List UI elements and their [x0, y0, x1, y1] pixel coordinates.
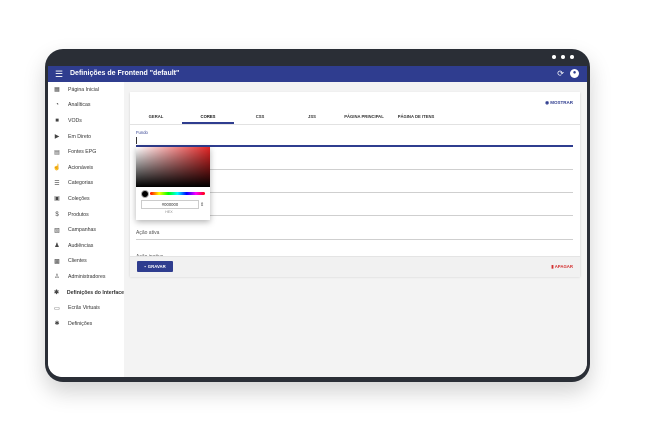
sidebar-item-clients[interactable]: ▩ Clientes	[48, 254, 124, 270]
show-button[interactable]: ◉ MOSTRAR	[545, 100, 573, 106]
client-icon: ▩	[54, 258, 60, 265]
collection-icon: ▣	[54, 196, 60, 203]
settings-icon: ✱	[54, 321, 60, 328]
hex-label: HEX	[165, 210, 173, 214]
account-icon[interactable]: ●	[570, 69, 579, 78]
color-picker: #000000 HEX ⇕	[136, 147, 210, 220]
app-screen: ☰ Definições de Frontend "default" ⟳ ● ▦…	[48, 66, 587, 377]
hue-slider[interactable]	[150, 192, 205, 195]
text-caret	[136, 137, 137, 144]
format-toggle-icon[interactable]: ⇕	[200, 202, 204, 208]
sidebar-item-audiences[interactable]: ♟ Audiências	[48, 238, 124, 254]
tab-bar: GERAL CORES CSS JSS PÁGINA PRINCIPAL PÁG…	[130, 111, 580, 125]
save-icon: ▪	[144, 264, 146, 269]
save-button[interactable]: ▪ GRAVAR	[137, 261, 173, 272]
screen-icon: ▭	[54, 305, 60, 312]
show-button-label: MOSTRAR	[550, 100, 573, 105]
sidebar-item-actionables[interactable]: ☝ Acionáveis	[48, 160, 124, 176]
tab-jss[interactable]: JSS	[286, 114, 338, 119]
sidebar-item-vods[interactable]: ■ VODs	[48, 113, 124, 129]
video-icon: ■	[55, 117, 59, 124]
sidebar-item-label: Campanhas	[68, 227, 96, 234]
sidebar-item-analytics[interactable]: ◔ Analíticas	[48, 98, 124, 114]
home-icon: ▦	[54, 87, 60, 94]
current-color-swatch	[141, 190, 149, 198]
sidebar-item-label: Acionáveis	[68, 164, 94, 171]
sidebar-item-label: Página Inicial	[68, 86, 99, 93]
window-dots	[552, 55, 574, 59]
sidebar-item-collections[interactable]: ▣ Coleções	[48, 191, 124, 207]
sidebar-item-admins[interactable]: ♙ Administradores	[48, 269, 124, 285]
save-button-label: GRAVAR	[147, 264, 166, 269]
people-icon: ♟	[54, 243, 60, 250]
sidebar-item-categories[interactable]: ☰ Categorias	[48, 176, 124, 192]
tab-items-page[interactable]: PÁGINA DE ITENS	[390, 114, 442, 119]
form-footer: ▪ GRAVAR ▮ APAGAR	[130, 256, 580, 277]
sidebar-item-settings[interactable]: ✱ Definições	[48, 316, 124, 332]
tab-colors[interactable]: CORES	[182, 114, 234, 119]
sidebar-item-products[interactable]: $ Produtos	[48, 207, 124, 223]
refresh-icon[interactable]: ⟳	[557, 69, 564, 79]
admin-icon: ♙	[54, 274, 60, 281]
active-tab-indicator	[182, 122, 234, 124]
sidebar: ▦ Página Inicial ◔ Analíticas ■ VODs ▶ Em Di…	[48, 82, 124, 377]
settings-card: ◉ MOSTRAR GERAL CORES CSS JSS PÁGINA PRI…	[130, 92, 580, 277]
tab-css[interactable]: CSS	[234, 114, 286, 119]
sidebar-item-label: Administradores	[68, 273, 106, 280]
tab-main-page[interactable]: PÁGINA PRINCIPAL	[338, 114, 390, 119]
sidebar-item-interface-settings[interactable]: ✱ Definições do Interface	[48, 285, 124, 301]
saturation-area[interactable]	[136, 147, 210, 187]
sidebar-item-label: Definições	[68, 320, 93, 327]
sidebar-item-label: Produtos	[68, 211, 89, 218]
sidebar-item-label: Fontes EPG	[68, 149, 97, 156]
tab-general[interactable]: GERAL	[130, 114, 182, 119]
analytics-icon: ◔	[55, 102, 59, 109]
app-bar: ☰ Definições de Frontend "default" ⟳ ●	[48, 66, 587, 82]
delete-button[interactable]: ▮ APAGAR	[551, 264, 573, 270]
live-icon: ▶	[54, 134, 60, 141]
sidebar-item-label: Clientes	[68, 258, 87, 265]
gear-icon: ✱	[53, 290, 59, 297]
sidebar-item-home[interactable]: ▦ Página Inicial	[48, 82, 124, 98]
sidebar-item-epg[interactable]: ▤ Fontes EPG	[48, 144, 124, 160]
sidebar-item-live[interactable]: ▶ Em Direto	[48, 129, 124, 145]
delete-button-label: APAGAR	[554, 264, 573, 269]
sidebar-item-label: Em Direto	[68, 133, 92, 140]
sidebar-item-virtual-screens[interactable]: ▭ Ecrãs Virtuais	[48, 300, 124, 316]
epg-icon: ▤	[54, 149, 60, 156]
sidebar-item-campaigns[interactable]: ▧ Campanhas	[48, 222, 124, 238]
list-icon: ☰	[54, 180, 60, 187]
sidebar-item-label: Categorias	[68, 180, 94, 187]
actionable-icon: ☝	[53, 165, 61, 172]
sidebar-item-label: Analíticas	[68, 102, 91, 109]
sidebar-item-label: VODs	[68, 117, 82, 124]
campaign-icon: ▧	[54, 227, 60, 234]
sidebar-item-label: Audiências	[68, 242, 94, 249]
background-field-label: Fundo	[136, 130, 148, 135]
active-action-label: Ação ativa	[136, 230, 160, 236]
dollar-icon: $	[55, 211, 59, 218]
sidebar-item-label: Definições do Interface	[66, 289, 124, 296]
sidebar-item-label: Coleções	[68, 195, 90, 202]
hex-input[interactable]: #000000	[141, 200, 199, 209]
page-title: Definições de Frontend "default"	[70, 70, 180, 77]
active-action-field[interactable]	[136, 239, 573, 240]
device-frame: ☰ Definições de Frontend "default" ⟳ ● ▦…	[45, 49, 590, 382]
main-content: ◉ MOSTRAR GERAL CORES CSS JSS PÁGINA PRI…	[124, 82, 587, 377]
menu-icon[interactable]: ☰	[55, 69, 63, 79]
sidebar-item-label: Ecrãs Virtuais	[68, 305, 100, 312]
